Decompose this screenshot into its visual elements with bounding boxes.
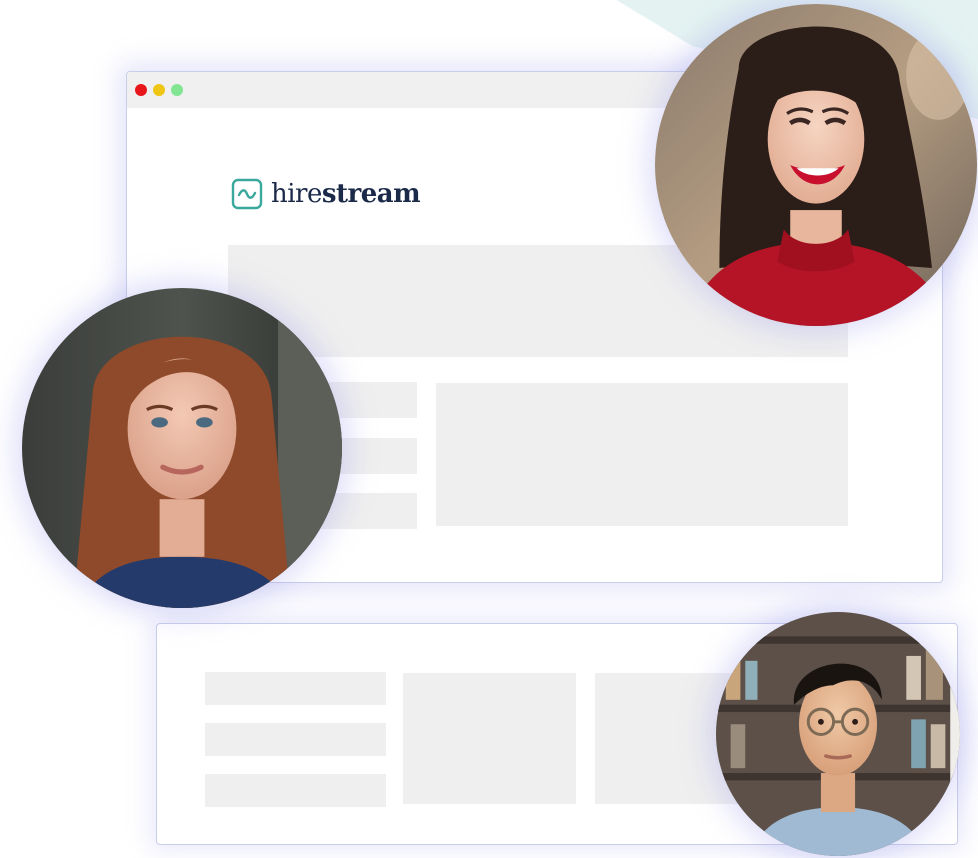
portrait-image xyxy=(655,4,977,326)
brand-logo: hirestream xyxy=(231,178,421,210)
avatar-woman-auburn-hair xyxy=(22,288,342,608)
maximize-dot-icon xyxy=(171,84,183,96)
hero-illustration: hirestream xyxy=(0,0,978,858)
brand-name-bold: stream xyxy=(321,179,421,209)
brand-name-light: hire xyxy=(271,179,322,209)
placeholder-block xyxy=(436,383,848,526)
portrait-image xyxy=(716,612,960,856)
brand-wordmark: hirestream xyxy=(271,178,421,210)
portrait-image xyxy=(22,288,342,608)
close-dot-icon xyxy=(135,84,147,96)
wave-logo-icon xyxy=(231,178,263,210)
avatar-smiling-woman-red-top xyxy=(655,4,977,326)
placeholder-line xyxy=(205,774,386,807)
avatar-man-glasses xyxy=(716,612,960,856)
placeholder-line xyxy=(205,723,386,756)
minimize-dot-icon xyxy=(153,84,165,96)
placeholder-block xyxy=(403,673,576,804)
placeholder-line xyxy=(205,672,386,705)
